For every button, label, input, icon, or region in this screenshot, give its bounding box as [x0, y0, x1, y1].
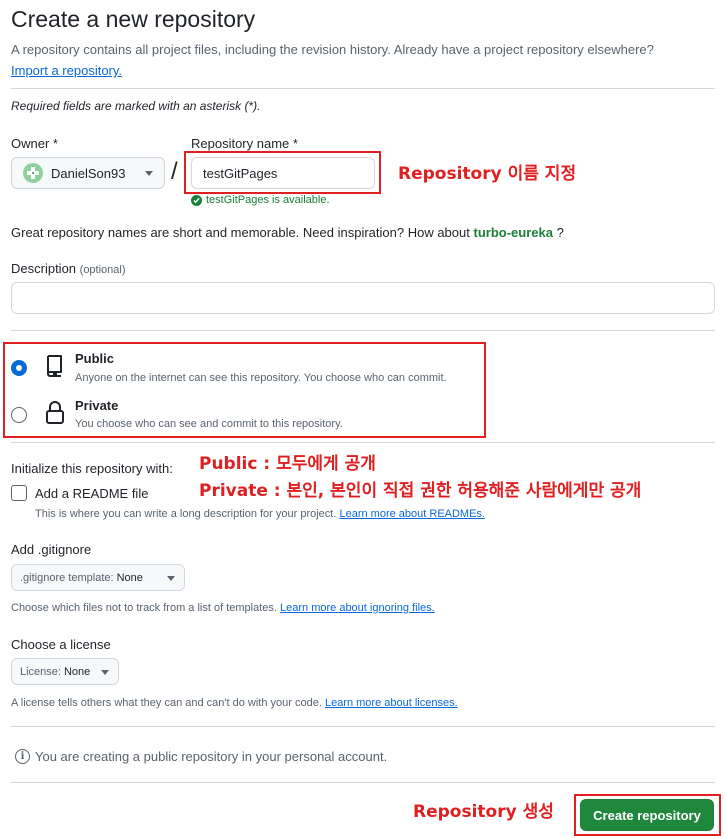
check-circle-icon	[191, 194, 202, 206]
annotation-private: Private : 본인, 본인이 직접 권한 허용해준 사람에게만 공개	[199, 481, 642, 501]
private-label: Private	[75, 398, 119, 413]
avatar	[23, 163, 43, 183]
owner-repo-separator: /	[171, 158, 178, 185]
gitignore-dropdown-value: None	[116, 571, 143, 584]
gitignore-heading: Add .gitignore	[11, 542, 92, 557]
license-desc: A license tells others what they can and…	[11, 697, 322, 709]
repo-name-label: Repository name *	[191, 136, 298, 151]
license-heading: Choose a license	[11, 637, 111, 652]
readme-label: Add a README file	[35, 486, 149, 501]
chevron-down-icon	[101, 670, 109, 675]
required-fields-note: Required fields are marked with an aster…	[11, 99, 261, 113]
repo-availability: testGitPages is available.	[191, 194, 330, 206]
import-repository-link[interactable]: Import a repository.	[11, 63, 122, 78]
chevron-down-icon	[167, 576, 175, 581]
owner-dropdown[interactable]: DanielSon93	[11, 157, 165, 189]
lock-icon	[45, 400, 65, 431]
private-radio[interactable]	[11, 407, 27, 423]
inspiration-suffix: ?	[556, 225, 564, 240]
gitignore-learn-more-link[interactable]: Learn more about ignoring files.	[280, 602, 435, 614]
annotation-public: Public : 모두에게 공개	[199, 454, 376, 474]
gitignore-template-dropdown[interactable]: .gitignore template: None	[11, 564, 185, 591]
license-dropdown[interactable]: License: None	[11, 658, 119, 685]
availability-text: testGitPages is available.	[206, 194, 330, 206]
page-title: Create a new repository	[11, 6, 256, 32]
license-dropdown-prefix: License:	[20, 665, 61, 678]
owner-name: DanielSon93	[51, 165, 126, 181]
annotation-repo-name: Repository 이름 지정	[398, 164, 577, 184]
readme-checkbox[interactable]	[11, 485, 27, 501]
create-repository-button[interactable]: Create repository	[580, 799, 714, 831]
license-dropdown-value: None	[63, 665, 91, 678]
inspiration-text: Great repository names are short and mem…	[11, 225, 470, 240]
license-learn-more-link[interactable]: Learn more about licenses.	[325, 697, 458, 709]
public-label: Public	[75, 351, 115, 366]
divider	[11, 442, 715, 443]
divider	[11, 782, 715, 783]
public-radio[interactable]	[11, 360, 27, 376]
divider	[11, 88, 715, 89]
gitignore-help: Choose which files not to track from a l…	[11, 602, 435, 614]
page-subtitle: A repository contains all project files,…	[11, 39, 721, 81]
private-desc: You choose who can see and commit to thi…	[75, 418, 343, 430]
license-help: A license tells others what they can and…	[11, 697, 458, 709]
readme-learn-more-link[interactable]: Learn more about READMEs.	[339, 508, 485, 520]
repo-name-input[interactable]	[191, 157, 375, 189]
info-icon: i	[15, 749, 30, 764]
description-input[interactable]	[11, 282, 715, 314]
owner-label: Owner *	[11, 136, 58, 151]
readme-help: This is where you can write a long descr…	[35, 508, 485, 520]
public-desc: Anyone on the internet can see this repo…	[75, 372, 447, 384]
initialize-heading: Initialize this repository with:	[11, 461, 173, 476]
suggested-name[interactable]: turbo-eureka	[473, 225, 552, 240]
annotation-create: Repository 생성	[413, 802, 554, 822]
gitignore-dropdown-prefix: .gitignore template:	[20, 571, 114, 584]
gitignore-desc: Choose which files not to track from a l…	[11, 602, 277, 614]
book-icon	[45, 354, 65, 383]
optional-tag: (optional)	[79, 264, 126, 276]
description-label: Description (optional)	[11, 261, 126, 276]
public-repo-info: i You are creating a public repository i…	[15, 749, 387, 764]
subtitle-text: A repository contains all project files,…	[11, 42, 654, 57]
divider	[11, 330, 715, 331]
description-label-text: Description	[11, 261, 77, 276]
readme-desc: This is where you can write a long descr…	[35, 508, 337, 520]
name-inspiration: Great repository names are short and mem…	[11, 225, 564, 240]
info-text: You are creating a public repository in …	[35, 749, 388, 764]
chevron-down-icon	[145, 171, 153, 176]
divider	[11, 726, 715, 727]
